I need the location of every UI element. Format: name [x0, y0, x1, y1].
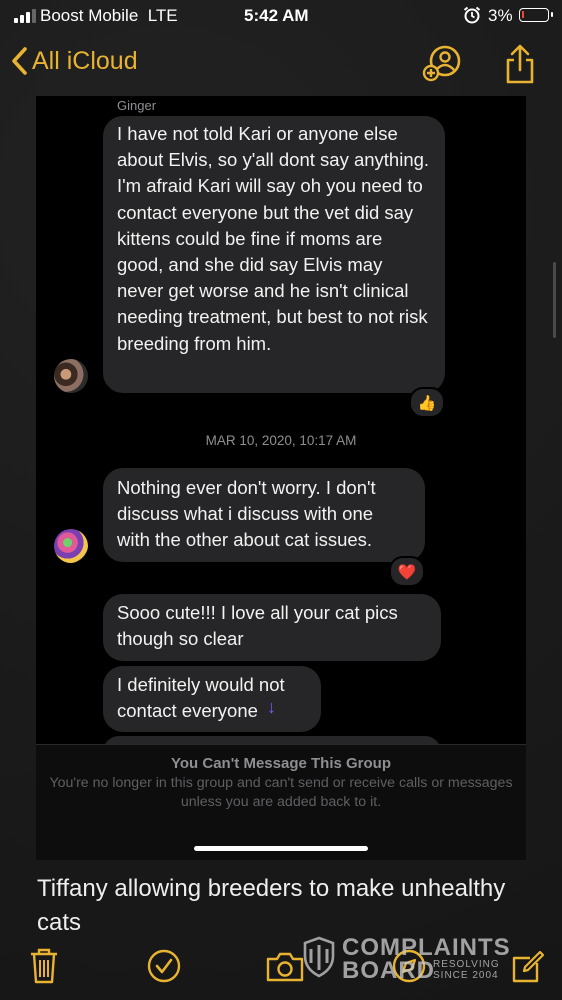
- message-bubble: I definitely would not contact everyone: [103, 666, 321, 732]
- home-indicator: [194, 846, 368, 851]
- heart-reaction: ❤️: [389, 556, 425, 587]
- trash-icon[interactable]: [28, 946, 60, 991]
- share-icon[interactable]: [503, 42, 537, 91]
- battery-icon: [519, 8, 553, 22]
- thumbs-up-reaction: 👍: [409, 387, 445, 418]
- embedded-screenshot: Ginger I have not told Kari or anyone el…: [36, 96, 526, 860]
- sender-name: Ginger: [117, 98, 157, 113]
- alarm-clock-icon: [462, 5, 482, 30]
- checkmark-circle-icon[interactable]: [146, 946, 182, 991]
- camera-icon[interactable]: [265, 946, 305, 991]
- avatar: [54, 359, 88, 393]
- navigation-bar: All iCloud: [0, 40, 562, 90]
- carrier-name: Boost Mobile: [40, 6, 139, 25]
- back-label: All iCloud: [32, 46, 138, 75]
- add-person-icon[interactable]: [420, 42, 464, 91]
- chevron-left-icon: [12, 47, 27, 75]
- clock: 5:42 AM: [244, 6, 309, 25]
- network-type: LTE: [147, 6, 178, 25]
- battery-percent: 3%: [488, 6, 513, 25]
- avatar: [54, 529, 88, 563]
- banner-text: You're no longer in this group and can't…: [49, 775, 513, 810]
- left-group-banner: You Can't Message This Group You're no l…: [36, 744, 526, 860]
- shield-logo-icon: [303, 936, 335, 978]
- message-bubble: Nothing ever don't worry. I don't discus…: [103, 468, 425, 562]
- arrow-down-icon[interactable]: ↓: [267, 697, 276, 718]
- message-bubble: I have not told Kari or anyone else abou…: [103, 116, 445, 393]
- back-button[interactable]: All iCloud: [10, 46, 138, 76]
- note-caption[interactable]: Tiffany allowing breeders to make unheal…: [37, 872, 537, 932]
- status-bar: Boost Mobile LTE 5:42 AM 3%: [0, 0, 562, 32]
- message-bubble: Sooo cute!!! I love all your cat pics th…: [103, 594, 441, 661]
- complaintsboard-watermark: COMPLAINTS BOARD RESOLVING SINCE 2004: [300, 930, 520, 985]
- timestamp: MAR 10, 2020, 10:17 AM: [205, 433, 357, 448]
- signal-bars-icon: [14, 9, 36, 23]
- scrollbar[interactable]: [553, 262, 556, 338]
- banner-title: You Can't Message This Group: [171, 755, 391, 772]
